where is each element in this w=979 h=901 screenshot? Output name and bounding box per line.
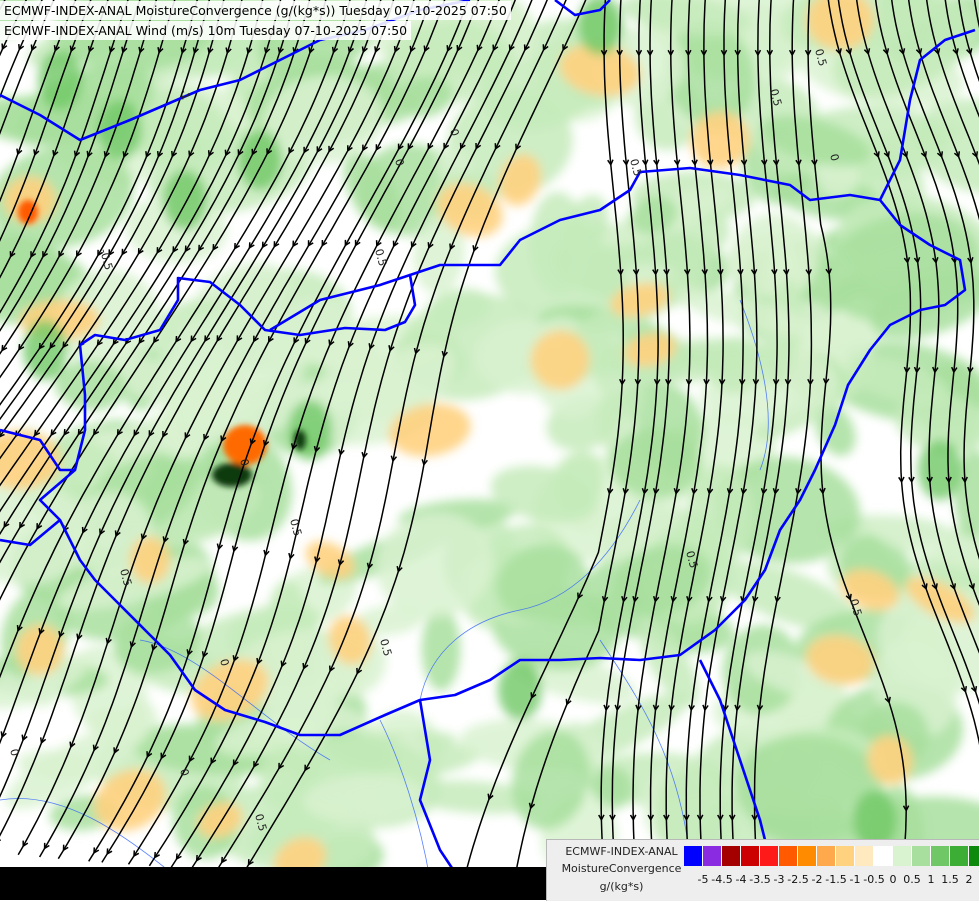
legend-model-label: ECMWF-INDEX-ANAL [565, 845, 678, 858]
legend-tick-label: -1 [849, 873, 861, 886]
legend-tick-label: -3 [773, 873, 785, 886]
strong-convergence-patch [163, 170, 207, 230]
map-bottom-border [0, 867, 546, 900]
legend-swatch [779, 846, 798, 866]
legend-swatch [912, 846, 931, 866]
legend-tick-label: -2 [811, 873, 823, 886]
legend-tick-label: 0.5 [903, 873, 921, 886]
legend-swatch [722, 846, 741, 866]
header-title-wind: ECMWF-INDEX-ANAL Wind (m/s) 10m Tuesday … [0, 21, 412, 40]
legend-tick-label: -5 [697, 873, 709, 886]
legend-tick-label: -2.5 [787, 873, 809, 886]
legend-swatch [817, 846, 836, 866]
legend-ticks: -5 -4.5 -4 -3.5 -3 -2.5 -2 -1.5 -1 -0.5 0 0.5 1 1.5 2 [684, 873, 978, 887]
legend-tick-label: 0 [889, 873, 897, 886]
legend-tick-label: -1.5 [825, 873, 847, 886]
weather-map: 00.5-0.5-100.500.50.50.500.500.50.50.50.… [0, 0, 979, 900]
legend-tick-label: -3.5 [749, 873, 771, 886]
legend-swatch [798, 846, 817, 866]
legend-tick-label: -4.5 [711, 873, 733, 886]
hotspot-dark [212, 463, 252, 487]
legend-swatch [874, 846, 893, 866]
legend-tick-label: 1 [927, 873, 935, 886]
legend-swatch [760, 846, 779, 866]
legend-swatch [969, 846, 979, 866]
legend-swatch [836, 846, 855, 866]
legend-swatch [950, 846, 969, 866]
legend-swatch [684, 846, 703, 866]
legend-tick-label: 1.5 [941, 873, 959, 886]
color-legend: ECMWF-INDEX-ANAL MoistureConvergence g/(… [546, 839, 979, 901]
legend-swatch [741, 846, 760, 866]
legend-tick-label: 2 [965, 873, 973, 886]
strong-convergence-patch [288, 400, 332, 460]
strong-convergence-patch [918, 440, 962, 500]
legend-variable-label: MoistureConvergence [561, 862, 682, 875]
convergence-blob [421, 607, 461, 691]
header-title-moisture: ECMWF-INDEX-ANAL MoistureConvergence (g/… [0, 1, 511, 20]
legend-swatch [703, 846, 722, 866]
legend-tick-label: -4 [735, 873, 747, 886]
legend-swatch [855, 846, 874, 866]
legend-swatch [893, 846, 912, 866]
legend-swatches [684, 846, 979, 866]
legend-tick-label: -0.5 [863, 873, 885, 886]
legend-units-label: g/(kg*s) [599, 880, 644, 893]
legend-swatch [931, 846, 950, 866]
